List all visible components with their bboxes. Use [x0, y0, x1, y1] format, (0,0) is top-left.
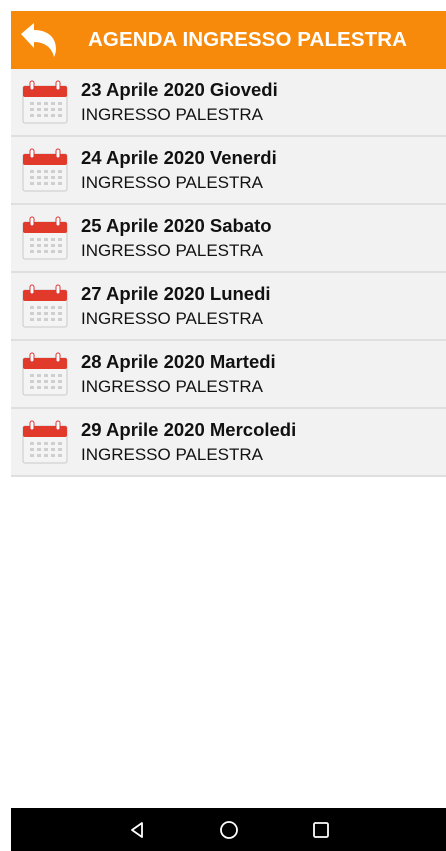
list-item-date: 29 Aprile 2020 Mercoledi [81, 419, 297, 441]
list-item-subtitle: INGRESSO PALESTRA [81, 105, 264, 125]
calendar-icon [21, 350, 69, 398]
list-item-texts: 27 Aprile 2020 Lunedi INGRESSO PALESTRA [81, 283, 271, 329]
list-item-date: 25 Aprile 2020 Sabato [81, 215, 272, 237]
list-item[interactable]: 25 Aprile 2020 Sabato INGRESSO PALESTRA [11, 205, 446, 273]
header-bar: AGENDA INGRESSO PALESTRA [11, 11, 446, 69]
list-item[interactable]: 23 Aprile 2020 Giovedi INGRESSO PALESTRA [11, 69, 446, 137]
agenda-list: 23 Aprile 2020 Giovedi INGRESSO PALESTRA [11, 69, 446, 477]
system-navigation-bar [11, 808, 446, 851]
back-arrow-icon [21, 23, 56, 57]
calendar-icon [21, 78, 69, 126]
list-item-texts: 24 Aprile 2020 Venerdi INGRESSO PALESTRA [81, 147, 277, 193]
list-item-texts: 25 Aprile 2020 Sabato INGRESSO PALESTRA [81, 215, 272, 261]
app-window: AGENDA INGRESSO PALESTRA 23 Aprile 2020 … [11, 11, 446, 808]
screen: AGENDA INGRESSO PALESTRA 23 Aprile 2020 … [0, 0, 446, 851]
calendar-icon [21, 214, 69, 262]
list-item[interactable]: 24 Aprile 2020 Venerdi INGRESSO PALESTRA [11, 137, 446, 205]
list-item-texts: 23 Aprile 2020 Giovedi INGRESSO PALESTRA [81, 79, 278, 125]
nav-back-icon [130, 821, 143, 838]
calendar-icon [21, 282, 69, 330]
nav-recents-icon [312, 821, 329, 838]
list-item-subtitle: INGRESSO PALESTRA [81, 309, 264, 329]
calendar-icon [21, 418, 69, 466]
list-item[interactable]: 28 Aprile 2020 Martedi INGRESSO PALESTRA [11, 341, 446, 409]
list-item-subtitle: INGRESSO PALESTRA [81, 445, 264, 465]
list-item-texts: 28 Aprile 2020 Martedi INGRESSO PALESTRA [81, 351, 276, 397]
list-item-subtitle: INGRESSO PALESTRA [81, 377, 264, 397]
nav-home-button[interactable] [205, 808, 253, 851]
list-item-date: 28 Aprile 2020 Martedi [81, 351, 276, 373]
list-item-texts: 29 Aprile 2020 Mercoledi INGRESSO PALEST… [81, 419, 296, 465]
list-item-date: 24 Aprile 2020 Venerdi [81, 147, 277, 169]
page-title: AGENDA INGRESSO PALESTRA [88, 28, 408, 51]
nav-recents-button[interactable] [297, 808, 345, 851]
nav-home-icon [219, 820, 238, 839]
nav-back-button[interactable] [113, 808, 161, 851]
list-item[interactable]: 29 Aprile 2020 Mercoledi INGRESSO PALEST… [11, 409, 446, 477]
back-button[interactable] [13, 14, 65, 66]
list-item[interactable]: 27 Aprile 2020 Lunedi INGRESSO PALESTRA [11, 273, 446, 341]
list-item-date: 23 Aprile 2020 Giovedi [81, 79, 278, 101]
list-item-subtitle: INGRESSO PALESTRA [81, 241, 264, 261]
list-item-date: 27 Aprile 2020 Lunedi [81, 283, 271, 305]
calendar-icon [21, 146, 69, 194]
list-item-subtitle: INGRESSO PALESTRA [81, 173, 264, 193]
